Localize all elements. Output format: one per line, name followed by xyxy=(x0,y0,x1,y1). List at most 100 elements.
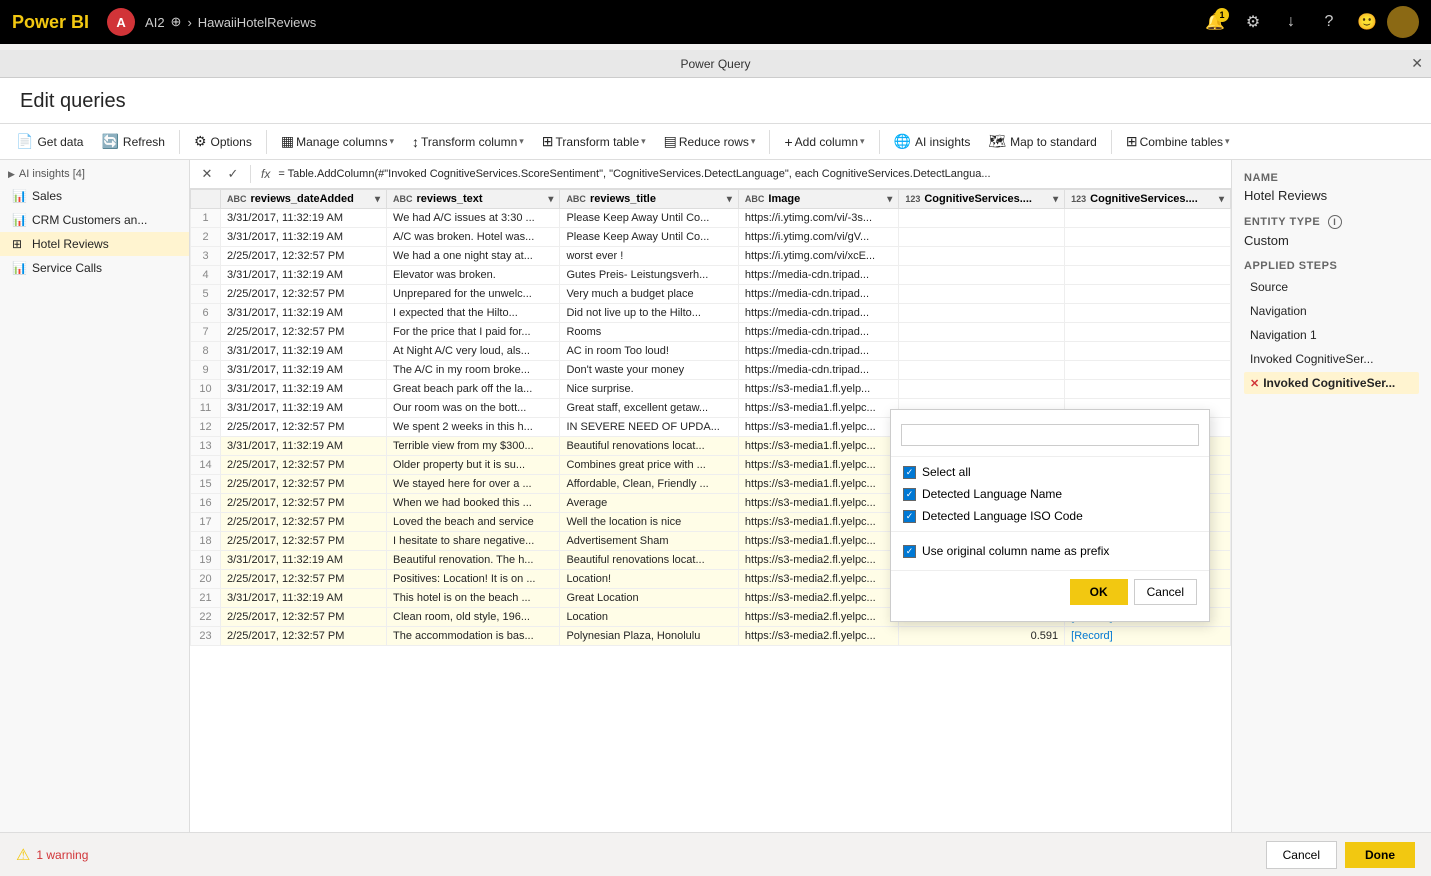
reduce-rows-icon: ▤ xyxy=(664,133,677,150)
step-label: Invoked CognitiveSer... xyxy=(1250,352,1373,366)
col-filter-title[interactable]: ▾ xyxy=(727,194,732,205)
help-icon[interactable]: ? xyxy=(1311,4,1347,40)
applied-steps-label: Applied steps xyxy=(1244,260,1419,272)
table-cell: 3/31/2017, 11:32:19 AM xyxy=(221,399,387,418)
table-cell: https://s3-media2.fl.yelpc... xyxy=(738,627,898,646)
table-cell: https://s3-media2.fl.yelpc... xyxy=(738,608,898,627)
applied-step-item[interactable]: Navigation xyxy=(1244,300,1419,322)
table-cell: Combines great price with ... xyxy=(560,456,738,475)
step-label: Navigation xyxy=(1250,304,1307,318)
record-cell xyxy=(1065,266,1231,285)
emoji-icon[interactable]: 🙂 xyxy=(1349,4,1385,40)
dd-item-language-iso[interactable]: Detected Language ISO Code xyxy=(891,505,1209,527)
table-cell: https://s3-media1.fl.yelpc... xyxy=(738,437,898,456)
transform-table-button[interactable]: ⊞ Transform table ▾ xyxy=(534,128,654,155)
table-row: 32/25/2017, 12:32:57 PMWe had a one nigh… xyxy=(191,247,1231,266)
user-profile-avatar[interactable] xyxy=(1387,6,1419,38)
applied-step-item[interactable]: Navigation 1 xyxy=(1244,324,1419,346)
table-cell: https://media-cdn.tripad... xyxy=(738,266,898,285)
reduce-rows-caret: ▾ xyxy=(751,136,756,147)
table-cell: 3/31/2017, 11:32:19 AM xyxy=(221,437,387,456)
col-header-cog1[interactable]: 123 CognitiveServices.... ▾ xyxy=(899,190,1065,209)
col-filter-image[interactable]: ▾ xyxy=(887,194,892,205)
dd-ok-button[interactable]: OK xyxy=(1070,579,1128,605)
formula-accept-button[interactable]: ✓ xyxy=(222,163,244,185)
pq-close-button[interactable]: ✕ xyxy=(1411,55,1423,72)
dd-item-select-all[interactable]: Select all xyxy=(891,461,1209,483)
dd-search-input[interactable] xyxy=(901,424,1199,446)
applied-step-item[interactable]: ✕Invoked CognitiveSer... xyxy=(1244,372,1419,394)
table-row: 63/31/2017, 11:32:19 AMI expected that t… xyxy=(191,304,1231,323)
col-filter-text[interactable]: ▾ xyxy=(548,194,553,205)
reduce-rows-button[interactable]: ▤ Reduce rows ▾ xyxy=(656,128,764,155)
prefix-row[interactable]: Use original column name as prefix xyxy=(891,536,1209,566)
table-cell: 3/31/2017, 11:32:19 AM xyxy=(221,380,387,399)
table-cell: Location! xyxy=(560,570,738,589)
table-container[interactable]: ABC reviews_dateAdded ▾ ABC reviews_text… xyxy=(190,189,1231,832)
row-num-cell: 19 xyxy=(191,551,221,570)
step-delete-icon[interactable]: ✕ xyxy=(1250,377,1259,390)
col-header-cog2[interactable]: 123 CognitiveServices.... ▾ xyxy=(1065,190,1231,209)
cancel-button[interactable]: Cancel xyxy=(1266,841,1337,869)
table-cell: 2/25/2017, 12:32:57 PM xyxy=(221,494,387,513)
record-cell xyxy=(1065,304,1231,323)
col-filter-date[interactable]: ▾ xyxy=(375,194,380,205)
sales-icon: 📊 xyxy=(12,189,26,203)
transform-column-button[interactable]: ↕ Transform column ▾ xyxy=(404,129,532,155)
row-num-cell: 17 xyxy=(191,513,221,532)
map-to-standard-button[interactable]: 🗺 Map to standard xyxy=(980,128,1105,155)
sidebar-group-label: AI insights [4] xyxy=(19,168,85,180)
table-cell: Great beach park off the la... xyxy=(387,380,560,399)
entity-type-info-icon[interactable]: i xyxy=(1328,215,1342,229)
sidebar-item-sales[interactable]: 📊 Sales xyxy=(0,184,189,208)
applied-step-item[interactable]: Source xyxy=(1244,276,1419,298)
manage-columns-button[interactable]: ▦ Manage columns ▾ xyxy=(273,128,402,155)
formula-reject-button[interactable]: ✕ xyxy=(196,163,218,185)
col-header-date[interactable]: ABC reviews_dateAdded ▾ xyxy=(221,190,387,209)
power-query-window: Power Query ✕ Edit queries 📄 Get data 🔄 … xyxy=(0,50,1431,876)
select-all-checkbox[interactable] xyxy=(903,466,916,479)
table-row: 72/25/2017, 12:32:57 PMFor the price tha… xyxy=(191,323,1231,342)
sidebar-item-crm[interactable]: 📊 CRM Customers an... xyxy=(0,208,189,232)
bell-icon[interactable]: 🔔 1 xyxy=(1197,4,1233,40)
add-column-button[interactable]: + Add column ▾ xyxy=(776,129,872,155)
ai-insights-button[interactable]: 🌐 AI insights xyxy=(886,128,979,155)
col-filter-cog1[interactable]: ▾ xyxy=(1053,194,1058,205)
prefix-checkbox[interactable] xyxy=(903,545,916,558)
table-cell: https://s3-media2.fl.yelpc... xyxy=(738,570,898,589)
table-cell: A/C was broken. Hotel was... xyxy=(387,228,560,247)
dd-item-language-name[interactable]: Detected Language Name xyxy=(891,483,1209,505)
download-icon[interactable]: ↓ xyxy=(1273,4,1309,40)
settings-icon[interactable]: ⚙ xyxy=(1235,4,1271,40)
combine-tables-button[interactable]: ⊞ Combine tables ▾ xyxy=(1118,128,1238,155)
table-cell: 3/31/2017, 11:32:19 AM xyxy=(221,304,387,323)
get-data-button[interactable]: 📄 Get data xyxy=(8,128,91,155)
applied-steps-list: Source Navigation Navigation 1 Invoked Cogn… xyxy=(1244,276,1419,394)
score-cell xyxy=(899,228,1065,247)
sidebar-item-hotel-reviews[interactable]: ⊞ Hotel Reviews xyxy=(0,232,189,256)
entity-type-value: Custom xyxy=(1244,233,1419,248)
applied-step-item[interactable]: Invoked CognitiveSer... xyxy=(1244,348,1419,370)
combine-tables-caret: ▾ xyxy=(1225,136,1230,147)
table-cell: 3/31/2017, 11:32:19 AM xyxy=(221,589,387,608)
table-cell: 3/31/2017, 11:32:19 AM xyxy=(221,266,387,285)
done-button[interactable]: Done xyxy=(1345,842,1415,868)
dd-search-area[interactable] xyxy=(891,418,1209,452)
table-cell: Polynesian Plaza, Honolulu xyxy=(560,627,738,646)
dd-cancel-button[interactable]: Cancel xyxy=(1134,579,1197,605)
table-cell: I hesitate to share negative... xyxy=(387,532,560,551)
col-header-text[interactable]: ABC reviews_text ▾ xyxy=(387,190,560,209)
table-cell: https://s3-media1.fl.yelpc... xyxy=(738,475,898,494)
sidebar-group-ai-insights[interactable]: ▶ AI insights [4] xyxy=(0,164,189,184)
language-iso-checkbox[interactable] xyxy=(903,510,916,523)
language-name-checkbox[interactable] xyxy=(903,488,916,501)
refresh-button[interactable]: 🔄 Refresh xyxy=(93,128,172,155)
col-filter-cog2[interactable]: ▾ xyxy=(1219,194,1224,205)
options-button[interactable]: ⚙ Options xyxy=(186,128,260,155)
record-cell[interactable]: [Record] xyxy=(1065,627,1231,646)
col-header-title[interactable]: ABC reviews_title ▾ xyxy=(560,190,738,209)
formula-input[interactable] xyxy=(278,168,1225,180)
record-cell xyxy=(1065,247,1231,266)
col-header-image[interactable]: ABC Image ▾ xyxy=(738,190,898,209)
sidebar-item-service-calls[interactable]: 📊 Service Calls xyxy=(0,256,189,280)
